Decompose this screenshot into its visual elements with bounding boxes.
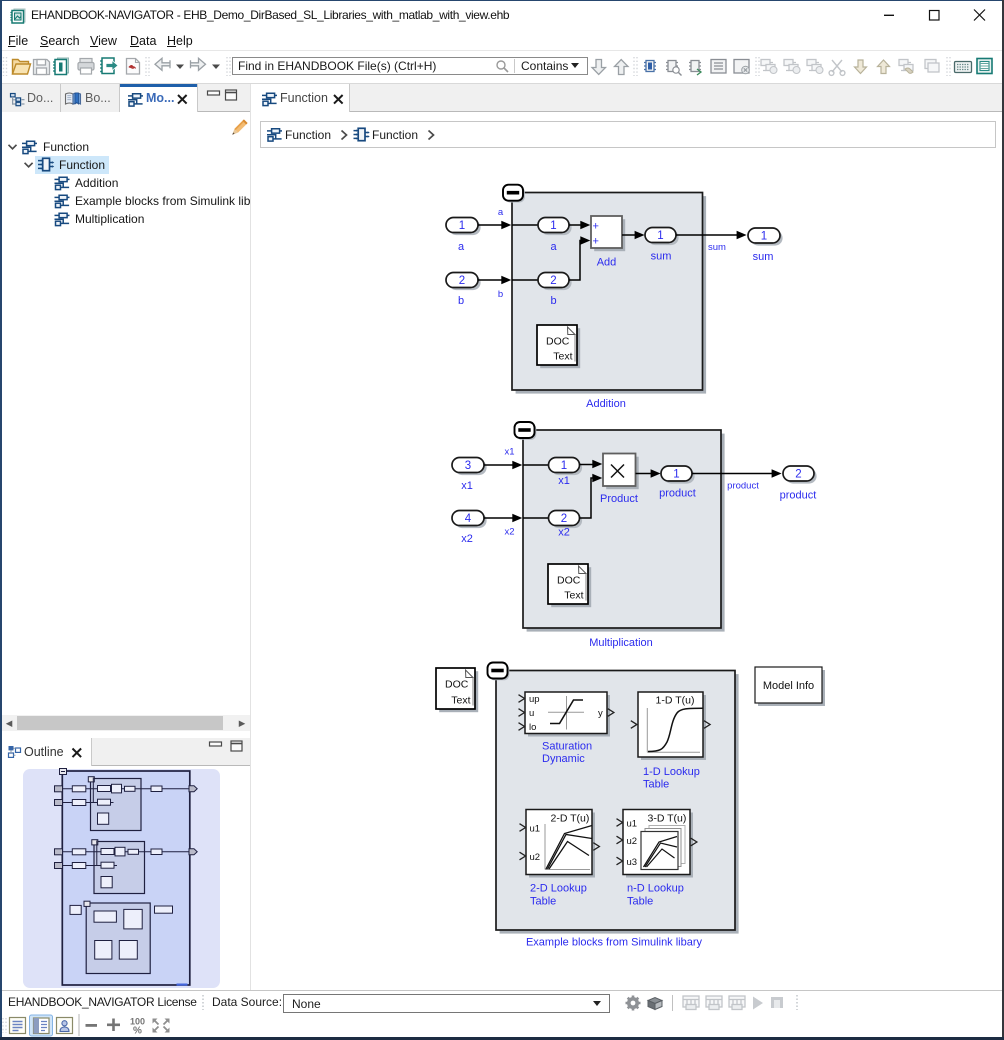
svg-text:1: 1: [673, 469, 679, 481]
svg-text:4: 4: [465, 513, 472, 525]
svg-text:2: 2: [459, 275, 465, 287]
svg-text:2-D T(u): 2-D T(u): [551, 813, 590, 825]
svg-text:sum: sum: [753, 251, 774, 263]
svg-text:Table: Table: [530, 896, 556, 908]
svg-text:y: y: [598, 708, 603, 719]
svg-text:b: b: [498, 289, 503, 300]
svg-text:+: +: [593, 236, 599, 248]
svg-text:1: 1: [561, 460, 567, 472]
svg-text:3: 3: [465, 460, 471, 472]
svg-text:1: 1: [657, 230, 663, 242]
svg-text:Dynamic: Dynamic: [542, 753, 585, 765]
svg-text:x2: x2: [461, 533, 473, 545]
svg-text:a: a: [498, 207, 504, 218]
svg-text:x1: x1: [461, 480, 473, 492]
svg-text:%: %: [133, 1026, 142, 1037]
svg-text:DOC: DOC: [546, 336, 570, 348]
svg-text:b: b: [458, 295, 464, 307]
svg-text:lo: lo: [529, 722, 536, 733]
svg-text:2: 2: [795, 469, 801, 481]
svg-text:Multiplication: Multiplication: [589, 637, 653, 649]
svg-text:Table: Table: [627, 896, 653, 908]
svg-text:x1: x1: [504, 447, 514, 458]
svg-text:product: product: [780, 490, 817, 502]
svg-text:u3: u3: [627, 857, 638, 868]
svg-text:x2: x2: [558, 527, 570, 539]
svg-text:2-D Lookup: 2-D Lookup: [530, 883, 587, 895]
svg-text:sum: sum: [651, 251, 672, 263]
svg-text:u2: u2: [627, 836, 638, 847]
svg-text:x1: x1: [558, 475, 570, 487]
svg-text:1: 1: [761, 231, 767, 243]
svg-text:u1: u1: [627, 819, 638, 830]
svg-text:Saturation: Saturation: [542, 741, 592, 753]
svg-text:2: 2: [561, 513, 567, 525]
svg-text:Model Info: Model Info: [763, 680, 814, 692]
svg-text:Addition: Addition: [586, 398, 626, 410]
svg-text:Text: Text: [553, 351, 572, 363]
svg-text:product: product: [659, 488, 696, 500]
svg-text:Add: Add: [597, 257, 617, 269]
svg-text:+: +: [593, 221, 599, 233]
svg-text:DOC: DOC: [557, 575, 581, 587]
svg-text:sum: sum: [708, 242, 726, 253]
svg-text:Text: Text: [451, 695, 470, 707]
svg-text:Table: Table: [643, 779, 669, 791]
svg-text:a: a: [550, 241, 557, 253]
svg-text:n-D Lookup: n-D Lookup: [627, 883, 684, 895]
svg-text:up: up: [529, 694, 540, 705]
svg-text:x2: x2: [504, 527, 514, 538]
svg-text:u2: u2: [530, 852, 541, 863]
svg-text:u: u: [529, 708, 534, 719]
svg-text:1-D T(u): 1-D T(u): [656, 695, 695, 707]
svg-text:a: a: [458, 241, 465, 253]
svg-text:Text: Text: [564, 590, 583, 602]
svg-text:2: 2: [550, 275, 556, 287]
svg-text:b: b: [550, 295, 556, 307]
svg-text:1-D Lookup: 1-D Lookup: [643, 766, 700, 778]
svg-text:u1: u1: [530, 824, 541, 835]
svg-text:Example blocks from Simulink l: Example blocks from Simulink libary: [526, 937, 703, 949]
svg-text:Product: Product: [600, 493, 638, 505]
svg-text:1: 1: [550, 220, 556, 232]
svg-text:product: product: [727, 481, 759, 492]
svg-text:3-D T(u): 3-D T(u): [648, 813, 687, 825]
svg-text:DOC: DOC: [445, 679, 469, 691]
svg-text:1: 1: [459, 220, 465, 232]
